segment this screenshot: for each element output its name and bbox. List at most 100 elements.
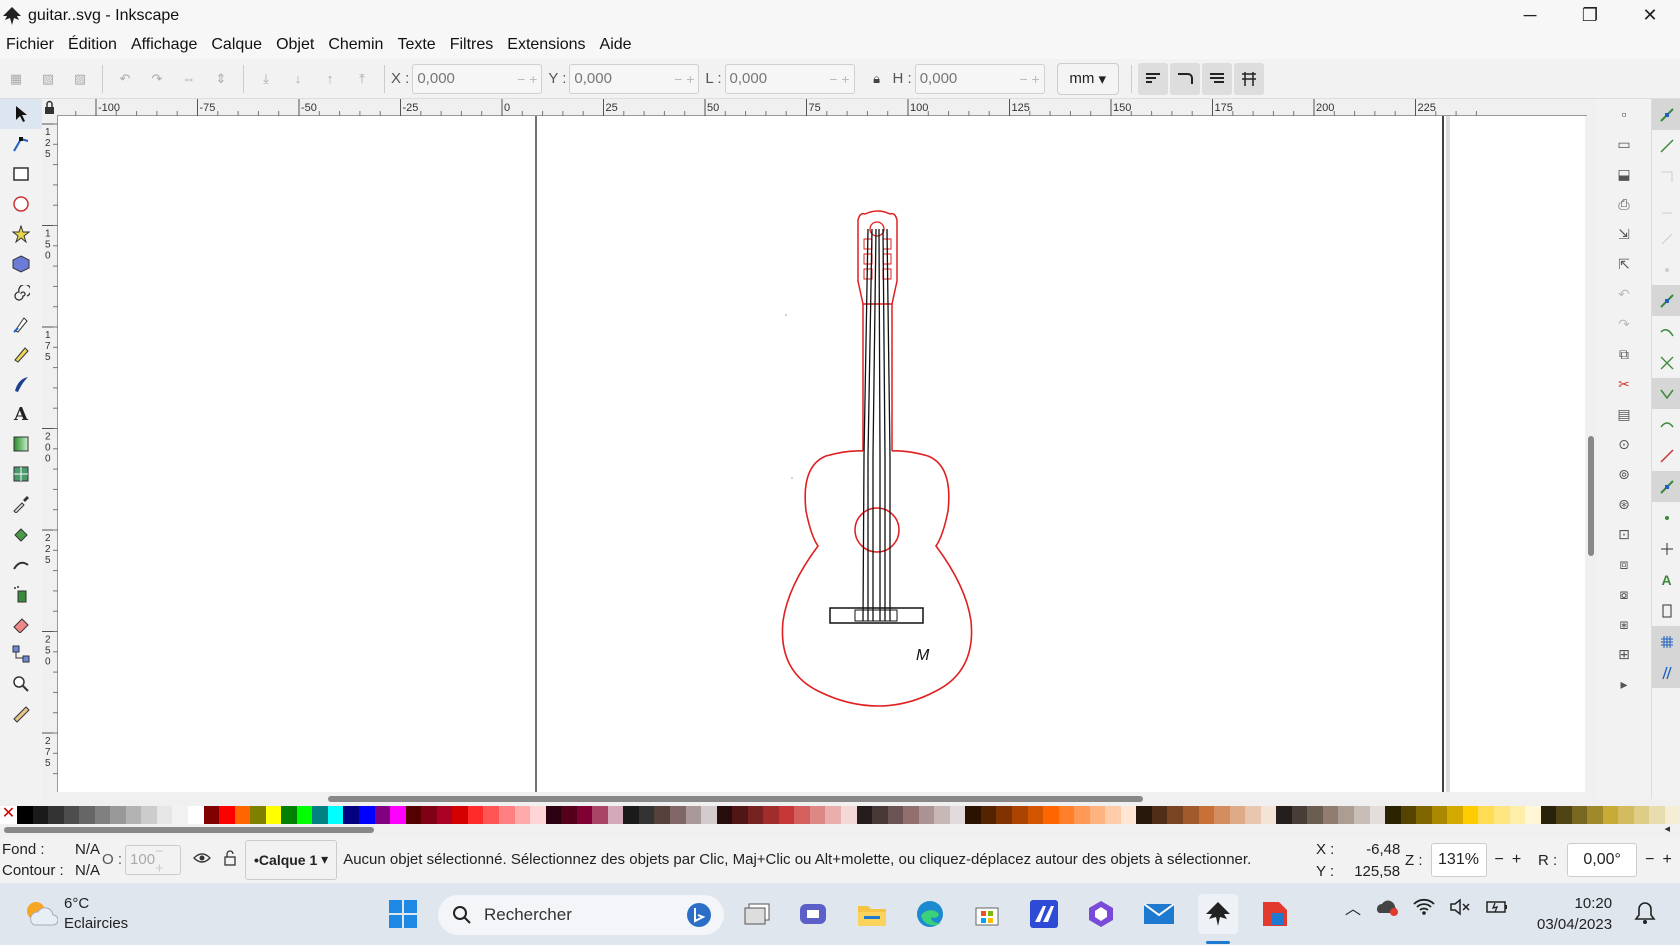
palette-swatch[interactable] [1058,806,1075,824]
palette-swatch[interactable] [592,806,608,824]
save-icon[interactable]: ⬓ [1597,159,1651,189]
palette-scrollbar[interactable]: ◂ [0,823,1680,836]
zoom-icon[interactable] [0,669,42,699]
drawing-canvas[interactable]: M [58,116,1585,792]
palette-swatch[interactable] [561,806,577,824]
palette-swatch[interactable] [1649,806,1665,824]
zoom-page-icon[interactable]: ⊛ [1597,489,1651,519]
raise-icon[interactable]: ↑ [320,69,340,89]
spiral-icon[interactable] [0,279,42,309]
opacity-stepper-icon[interactable]: − + [155,843,176,877]
foxit-icon[interactable] [1255,894,1295,934]
mesh-icon[interactable] [0,459,42,489]
start-icon[interactable] [383,894,423,934]
palette-swatch[interactable] [701,806,717,824]
palette-swatch[interactable] [1012,806,1028,824]
height-input[interactable]: 0,000 − + [914,63,1045,94]
teams-icon[interactable] [793,894,833,934]
snap-rotation-center-icon[interactable] [1652,502,1680,533]
palette-swatch[interactable] [125,806,142,824]
palette-swatch[interactable] [1587,806,1603,824]
palette-swatch[interactable] [1276,806,1292,824]
palette-swatch[interactable] [934,806,950,824]
select-all-icon[interactable]: ▦ [6,69,26,89]
zoom-selection-icon[interactable]: ⊙ [1597,429,1651,459]
palette-swatch[interactable] [1354,806,1370,824]
snap-bbox-icon[interactable] [1652,130,1680,161]
palette-swatch[interactable] [467,806,484,824]
palette-swatch[interactable] [1089,806,1106,824]
cut-icon[interactable]: ✂ [1597,369,1651,399]
palette-swatch[interactable] [94,806,111,824]
flip-h-icon[interactable]: ⇔ [179,69,199,89]
redo-icon[interactable]: ↷ [1597,309,1651,339]
snap-grid-icon[interactable] [1652,626,1680,657]
snap-smooth-icon[interactable] [1652,409,1680,440]
palette-swatch[interactable] [374,806,391,824]
unlink-clone-icon[interactable]: ⧆ [1597,609,1651,639]
palette-swatch[interactable] [79,806,95,824]
copy-icon[interactable]: ⧉ [1597,339,1651,369]
snap-page-border-icon[interactable] [1652,595,1680,626]
lower-bottom-icon[interactable]: ⤓ [256,69,276,89]
palette-swatch[interactable] [1229,806,1246,824]
palette-swatch[interactable] [1074,806,1090,824]
taskbar-clock[interactable]: 10:20 03/04/2023 [1537,893,1612,935]
tweak-icon[interactable] [0,549,42,579]
palette-swatch[interactable] [281,806,297,824]
palette-swatch[interactable] [1322,806,1339,824]
unit-select[interactable]: mm ▾ [1056,62,1119,95]
open-icon[interactable]: ▭ [1597,129,1651,159]
menu-calque[interactable]: Calque [211,36,262,54]
rotate-plus-button[interactable]: + [1663,851,1672,869]
palette-swatch[interactable] [1540,806,1557,824]
palette-swatch[interactable] [638,806,655,824]
palette-swatch[interactable] [250,806,266,824]
palette-swatch[interactable] [778,806,795,824]
palette-swatch[interactable] [1462,806,1479,824]
palette-swatch[interactable] [716,806,733,824]
zoom-in-button[interactable]: + [1512,851,1521,869]
move-gradients-icon[interactable] [1201,62,1232,95]
palette-swatch[interactable] [1151,806,1168,824]
palette-swatch[interactable] [1043,806,1059,824]
palette-swatch[interactable] [421,806,437,824]
snap-text-icon[interactable]: A [1652,564,1680,595]
palette-swatch[interactable] [747,806,764,824]
snap-center-icon[interactable] [1652,254,1680,285]
eraser-icon[interactable] [0,609,42,639]
palette-swatch[interactable] [359,806,375,824]
maximize-button[interactable]: ❐ [1560,0,1620,31]
palette-swatch[interactable] [110,806,126,824]
pen-icon[interactable] [0,309,42,339]
scale-stroke-icon[interactable] [1137,62,1168,95]
task-view-icon[interactable] [737,894,777,934]
scale-corners-icon[interactable] [1169,62,1200,95]
file-explorer-icon[interactable] [852,894,892,934]
palette-swatch[interactable] [483,806,499,824]
weather-widget[interactable]: 6°C Eclaircies [24,894,128,934]
palette-swatch[interactable] [32,806,49,824]
palette-swatch[interactable] [1400,806,1417,824]
palette-swatch[interactable] [1338,806,1355,824]
palette-swatch[interactable] [872,806,888,824]
menu-texte[interactable]: Texte [397,36,435,54]
spray-icon[interactable] [0,579,42,609]
palette-swatch[interactable] [436,806,453,824]
layer-select[interactable]: •Calque 1 ▾ [245,839,338,880]
palette-swatch[interactable] [188,806,204,824]
rect-icon[interactable] [0,159,42,189]
notification-bell-icon[interactable] [1634,901,1656,925]
guitar-drawing[interactable]: M [58,116,1585,792]
raise-top-icon[interactable]: ⤒ [352,69,372,89]
dropper-icon[interactable] [0,489,42,519]
snap-nodes-icon[interactable] [1652,285,1680,316]
more-arrow-icon[interactable]: ▸ [1597,669,1651,699]
palette-swatch[interactable] [840,806,857,824]
calligraphy-icon[interactable] [0,369,42,399]
palette-swatch[interactable] [1416,806,1432,824]
palette-swatch[interactable] [576,806,593,824]
ellipse-icon[interactable] [0,189,42,219]
palette-swatch[interactable] [949,806,966,824]
palette-swatch[interactable] [1198,806,1215,824]
